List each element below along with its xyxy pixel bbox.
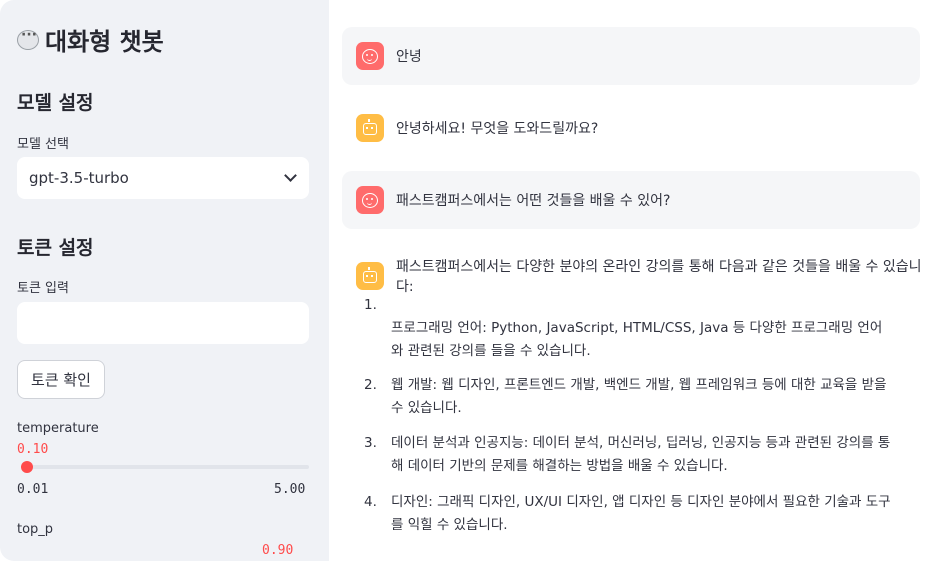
temperature-slider[interactable] <box>21 461 309 473</box>
list-item: 1. 프로그래밍 언어: Python, JavaScript, HTML/CS… <box>364 294 884 364</box>
list-text: 디자인: 그래픽 디자인, UX/UI 디자인, 앱 디자인 등 디자인 분야에… <box>391 494 891 533</box>
list-number: 2. <box>364 377 377 393</box>
temperature-value: 0.10 <box>17 442 49 457</box>
user-avatar-icon <box>356 42 384 70</box>
app: 대화형 챗봇 모델 설정 모델 선택 gpt-3.5-turbo 토큰 설정 토… <box>0 0 939 561</box>
top-p-value: 0.90 <box>262 543 294 558</box>
model-select[interactable]: gpt-3.5-turbo <box>17 157 309 199</box>
list-item: 2. 웹 개발: 웹 디자인, 프론트엔드 개발, 백엔드 개발, 웹 프레임워… <box>364 374 887 424</box>
top-p-label: top_p <box>17 522 54 537</box>
list-text: 프로그래밍 언어: Python, JavaScript, HTML/CSS, … <box>391 320 883 359</box>
temperature-label: temperature <box>17 421 99 436</box>
chat-message-assistant: 안녕하세요! 무엇을 도와드릴까요? <box>342 99 920 157</box>
list-number: 4. <box>364 494 377 510</box>
bot-avatar-icon <box>356 262 384 290</box>
app-title: 대화형 챗봇 <box>17 22 164 57</box>
model-select-value: gpt-3.5-turbo <box>29 169 129 187</box>
message-text: 안녕 <box>396 49 422 65</box>
speech-bubble-icon <box>17 27 39 50</box>
list-number: 3. <box>364 435 377 451</box>
sidebar: 대화형 챗봇 모델 설정 모델 선택 gpt-3.5-turbo 토큰 설정 토… <box>0 0 329 561</box>
temperature-max: 5.00 <box>274 482 306 497</box>
message-text: 안녕하세요! 무엇을 도와드릴까요? <box>396 121 599 137</box>
token-confirm-button[interactable]: 토큰 확인 <box>17 360 105 399</box>
app-title-text: 대화형 챗봇 <box>45 28 164 56</box>
chat-message-user: 안녕 <box>342 27 920 85</box>
temperature-min: 0.01 <box>17 482 49 497</box>
chat-message-user: 패스트캠퍼스에서는 어떤 것들을 배울 수 있어? <box>342 171 920 229</box>
chevron-down-icon <box>284 169 297 182</box>
message-text: 패스트캠퍼스에서는 어떤 것들을 배울 수 있어? <box>396 193 671 209</box>
message-text: 패스트캠퍼스에서는 다양한 분야의 온라인 강의를 통해 다음과 같은 것들을 … <box>396 259 922 295</box>
chat-message-assistant: 패스트캠퍼스에서는 다양한 분야의 온라인 강의를 통해 다음과 같은 것들을 … <box>356 256 926 296</box>
bot-avatar-icon <box>356 114 384 142</box>
list-item: 3. 데이터 분석과 인공지능: 데이터 분석, 머신러닝, 딥러닝, 인공지능… <box>364 432 890 482</box>
model-settings-heading: 모델 설정 <box>17 92 94 114</box>
user-avatar-icon <box>356 186 384 214</box>
list-number: 1. <box>364 297 377 313</box>
list-item: 4. 디자인: 그래픽 디자인, UX/UI 디자인, 앱 디자인 등 디자인 … <box>364 491 891 541</box>
token-input[interactable] <box>17 302 309 344</box>
token-settings-heading: 토큰 설정 <box>17 237 94 259</box>
list-text: 데이터 분석과 인공지능: 데이터 분석, 머신러닝, 딥러닝, 인공지능 등과… <box>391 435 891 474</box>
temperature-slider-thumb[interactable] <box>21 461 34 473</box>
model-select-label: 모델 선택 <box>17 137 69 152</box>
token-input-label: 토큰 입력 <box>17 281 69 296</box>
chat-area: 안녕 안녕하세요! 무엇을 도와드릴까요? 패스트캠퍼스에서는 어떤 것들을 배… <box>329 0 939 561</box>
list-text: 웹 개발: 웹 디자인, 프론트엔드 개발, 백엔드 개발, 웹 프레임워크 등… <box>391 377 887 416</box>
